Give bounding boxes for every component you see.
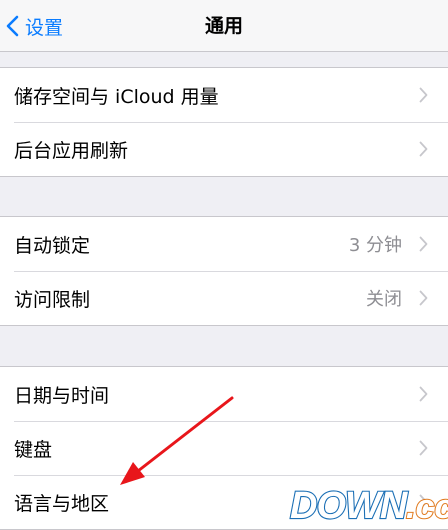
row-restrictions[interactable]: 访问限制 关闭	[0, 271, 448, 325]
row-background-refresh[interactable]: 后台应用刷新	[0, 122, 448, 176]
settings-group-region: 日期与时间 键盘 语言与地区	[0, 366, 448, 530]
chevron-left-icon	[6, 15, 19, 37]
row-storage-icloud[interactable]: 储存空间与 iCloud 用量	[0, 68, 448, 122]
chevron-right-icon	[419, 236, 428, 252]
chevron-right-icon	[419, 290, 428, 306]
row-label: 日期与时间	[14, 384, 110, 407]
row-auto-lock[interactable]: 自动锁定 3 分钟	[0, 217, 448, 271]
settings-group-storage: 储存空间与 iCloud 用量 后台应用刷新	[0, 67, 448, 177]
row-value: 关闭	[366, 289, 402, 310]
row-label: 语言与地区	[14, 492, 110, 515]
back-button-label: 设置	[25, 16, 64, 39]
page-title: 通用	[204, 15, 243, 37]
chevron-right-icon	[419, 386, 428, 402]
row-date-time[interactable]: 日期与时间	[0, 367, 448, 421]
chevron-right-icon	[419, 494, 428, 510]
row-label: 访问限制	[14, 288, 91, 311]
row-label: 自动锁定	[14, 234, 91, 257]
row-label: 储存空间与 iCloud 用量	[14, 85, 219, 108]
navigation-bar: 设置 通用	[0, 0, 448, 52]
row-language-region[interactable]: 语言与地区	[0, 475, 448, 529]
row-label: 键盘	[14, 438, 53, 461]
row-label: 后台应用刷新	[14, 139, 129, 162]
row-keyboard[interactable]: 键盘	[0, 421, 448, 475]
row-value: 3 分钟	[348, 235, 402, 256]
chevron-right-icon	[419, 440, 428, 456]
settings-group-lock: 自动锁定 3 分钟 访问限制 关闭	[0, 216, 448, 326]
back-button[interactable]: 设置	[0, 0, 63, 52]
chevron-right-icon	[419, 87, 428, 103]
chevron-right-icon	[419, 141, 428, 157]
